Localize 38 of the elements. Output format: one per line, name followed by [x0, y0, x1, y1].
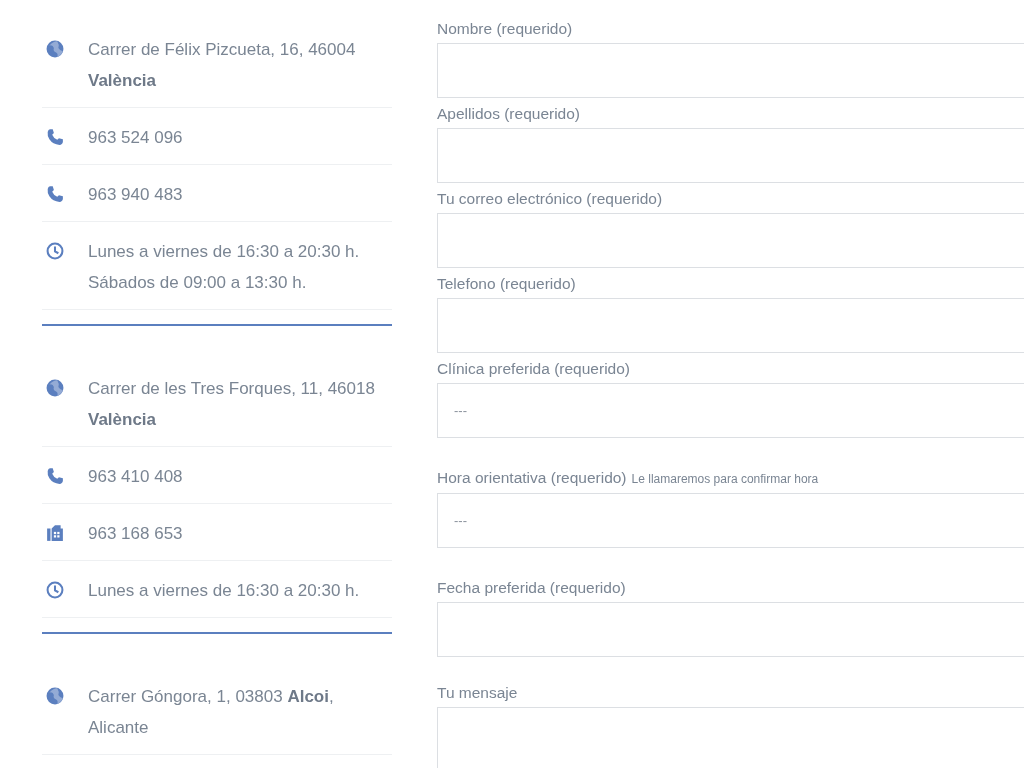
globe-icon [46, 40, 64, 58]
contact-text: Lunes a viernes de 16:30 a 20:30 h. [88, 241, 360, 263]
field-label: Hora orientativa (requerido) [437, 468, 627, 488]
input-field[interactable] [437, 128, 1024, 183]
clock-icon [46, 581, 64, 599]
contact-text: Carrer de Félix Pizcueta, 16, 46004 [88, 39, 356, 61]
field-label: Tu correo electrónico (requerido) [437, 189, 663, 209]
field-label: Nombre (requerido) [437, 19, 573, 39]
field-hint: Le llamaremos para confirmar hora [631, 471, 819, 488]
field-label: Tu mensaje [437, 683, 518, 703]
input-field[interactable] [437, 213, 1024, 268]
contact-text: València [88, 409, 158, 431]
phone-icon [46, 128, 64, 146]
contact-text: València [88, 70, 158, 92]
select-field[interactable]: --- [437, 493, 1024, 548]
input-field[interactable] [437, 602, 1024, 657]
phone-icon [46, 467, 64, 485]
phone-icon [46, 185, 64, 203]
select-field[interactable]: --- [437, 383, 1024, 438]
contact-text: 963 524 096 [88, 127, 183, 149]
field-label: Apellidos (requerido) [437, 104, 581, 124]
clock-icon [46, 242, 64, 260]
fax-icon [46, 524, 64, 542]
globe-icon [46, 379, 64, 397]
field-label: Clínica preferida (requerido) [437, 359, 630, 379]
contact-text: Carrer Góngora, 1, 03803 Alcoi, [88, 686, 334, 708]
contact-text: Alicante [88, 717, 150, 739]
input-field[interactable] [437, 43, 1024, 98]
globe-icon [46, 687, 64, 705]
input-field[interactable] [437, 298, 1024, 353]
contact-text: Sábados de 09:00 a 13:30 h. [88, 272, 308, 294]
field-label: Telefono (requerido) [437, 274, 576, 294]
contact-text: Lunes a viernes de 16:30 a 20:30 h. [88, 580, 360, 602]
field-label: Fecha preferida (requerido) [437, 578, 626, 598]
contact-text: Carrer de les Tres Forques, 11, 46018 [88, 378, 375, 400]
contact-text: 963 168 653 [88, 523, 183, 545]
contact-text: 963 940 483 [88, 184, 183, 206]
contact-text: 963 410 408 [88, 466, 183, 488]
